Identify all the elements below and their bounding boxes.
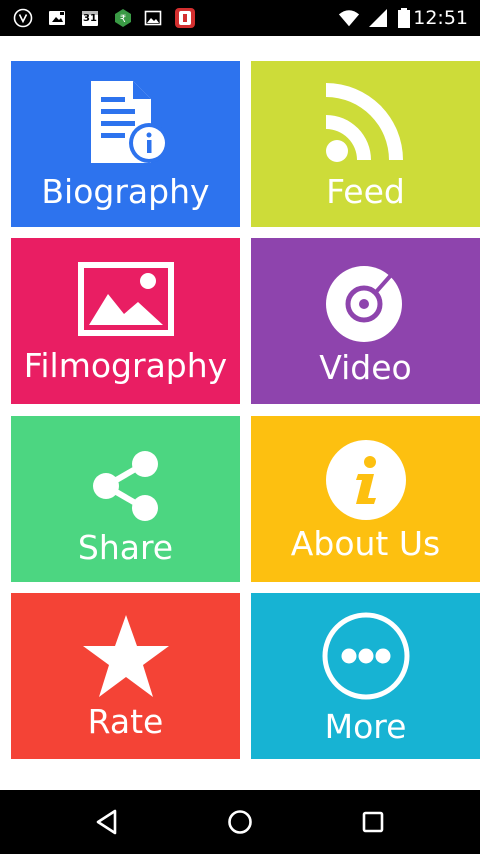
picture-icon xyxy=(77,262,174,336)
tile-label: About Us xyxy=(290,524,441,563)
home-button[interactable] xyxy=(210,802,270,842)
back-icon xyxy=(96,809,117,835)
calendar-day: 31 xyxy=(83,13,97,24)
svg-text:₹: ₹ xyxy=(120,14,126,25)
tile-label: Filmography xyxy=(23,346,228,385)
back-button[interactable] xyxy=(77,802,137,842)
document-info-icon xyxy=(90,81,169,163)
share-icon xyxy=(92,451,158,521)
tile-label: Rate xyxy=(87,702,164,741)
battery-icon xyxy=(393,7,415,29)
tile-feed[interactable]: Feed xyxy=(251,61,480,227)
tile-label: Biography xyxy=(41,172,210,211)
tile-label: Video xyxy=(319,348,412,387)
tile-label: More xyxy=(324,707,407,746)
gallery-icon xyxy=(142,7,164,29)
star-icon xyxy=(82,615,169,697)
signal-icon xyxy=(367,7,389,29)
viber-icon xyxy=(12,7,34,29)
wifi-icon xyxy=(338,7,360,29)
tile-about-us[interactable]: About Us xyxy=(251,416,480,582)
tile-rate[interactable]: Rate xyxy=(11,593,240,759)
tile-biography[interactable]: Biography xyxy=(11,61,240,227)
clock: 12:51 xyxy=(413,7,468,29)
store-icon: ₹ xyxy=(112,7,134,29)
disc-icon xyxy=(325,266,402,342)
more-icon xyxy=(322,612,409,700)
info-icon xyxy=(325,440,406,520)
recents-button[interactable] xyxy=(343,802,403,842)
app-notification-icon xyxy=(174,7,196,29)
recents-icon xyxy=(362,811,384,833)
image-notification-icon xyxy=(46,7,68,29)
rss-icon xyxy=(325,83,403,162)
home-icon xyxy=(228,810,252,834)
tile-more[interactable]: More xyxy=(251,593,480,759)
tile-video[interactable]: Video xyxy=(251,238,480,404)
tile-share[interactable]: Share xyxy=(11,416,240,582)
calendar-icon: 31 xyxy=(79,7,101,29)
tile-label: Feed xyxy=(326,172,405,211)
navigation-bar xyxy=(0,790,480,854)
status-bar: 31 ₹ 12:51 xyxy=(0,0,480,36)
tile-label: Share xyxy=(77,528,174,567)
tile-filmography[interactable]: Filmography xyxy=(11,238,240,404)
